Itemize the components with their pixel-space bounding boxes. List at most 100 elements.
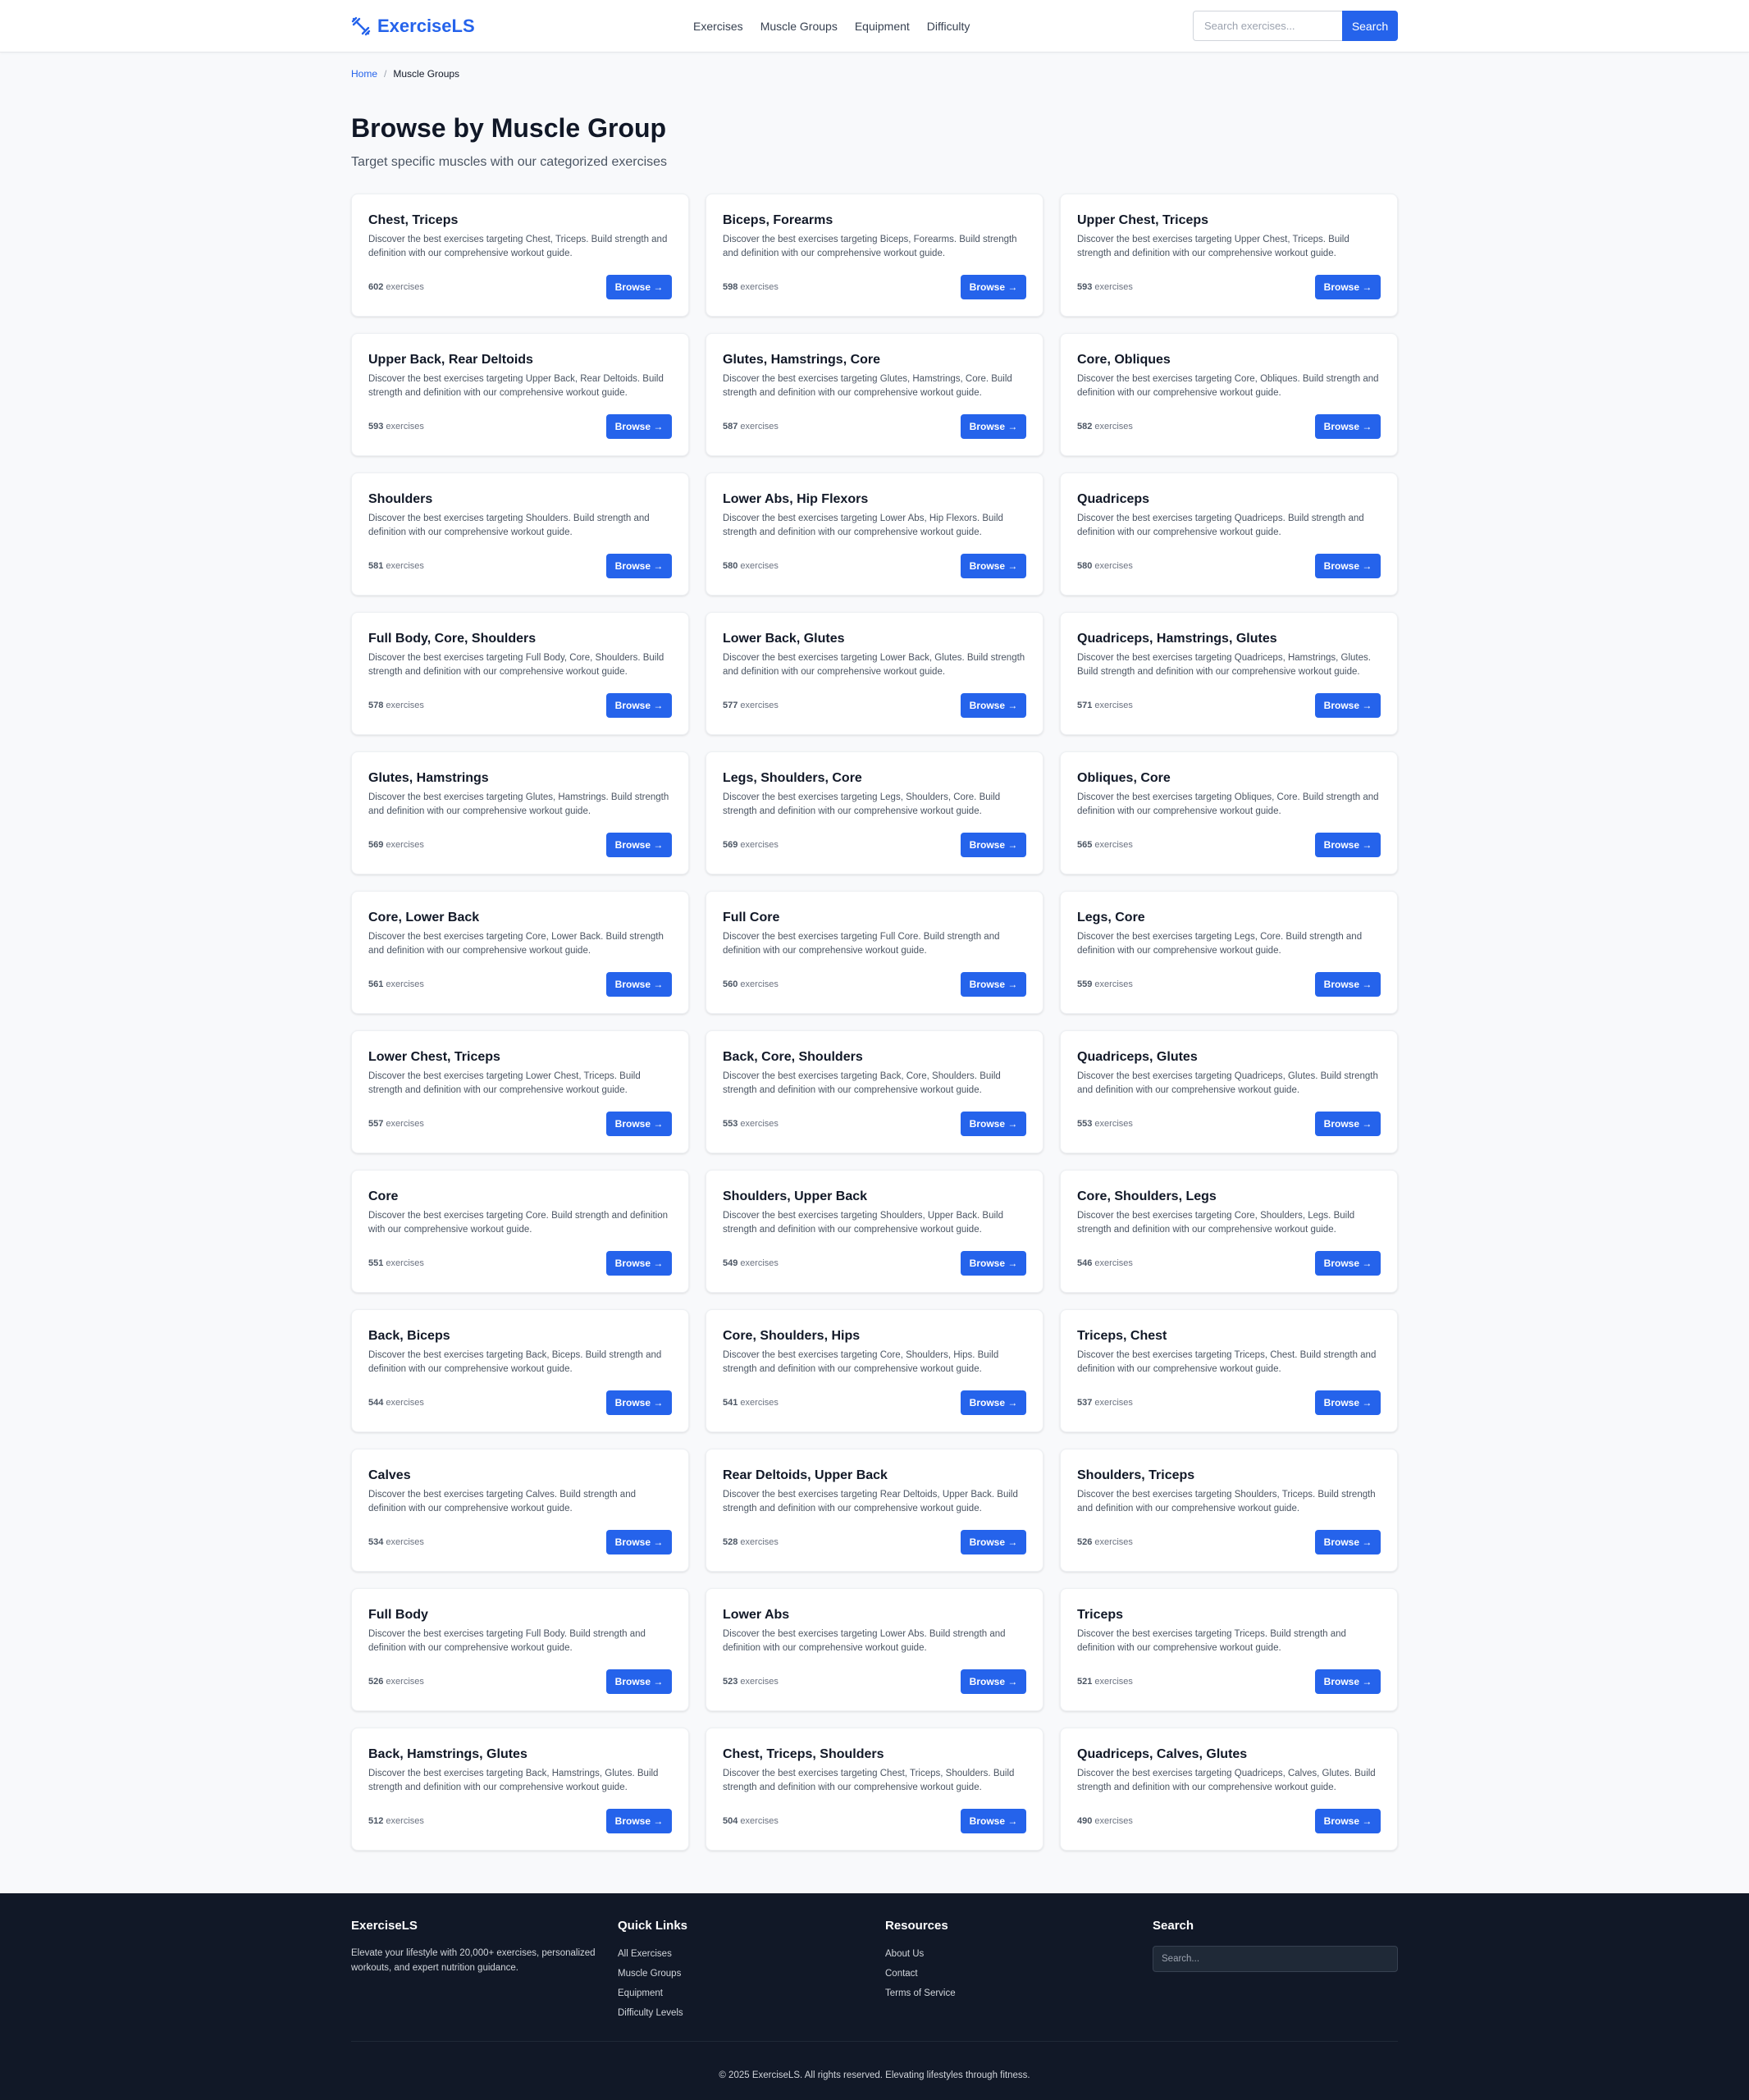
browse-button[interactable]: Browse →	[1315, 972, 1381, 997]
browse-button[interactable]: Browse →	[606, 1112, 672, 1136]
footer-quick-links-list: All Exercises Muscle Groups Equipment Di…	[618, 1944, 687, 2023]
browse-button[interactable]: Browse →	[606, 972, 672, 997]
exercise-count-number: 569	[723, 840, 738, 850]
browse-button[interactable]: Browse →	[961, 414, 1026, 439]
browse-button[interactable]: Browse →	[1315, 275, 1381, 299]
card-description: Discover the best exercises targeting Ch…	[368, 235, 668, 258]
browse-button[interactable]: Browse →	[1315, 1390, 1381, 1415]
muscle-group-card: Lower Back, Glutes Discover the best exe…	[706, 612, 1043, 735]
exercise-count: 593 exercises	[1077, 282, 1133, 292]
nav-exercises[interactable]: Exercises	[693, 20, 743, 33]
breadcrumb-home[interactable]: Home	[351, 68, 377, 80]
exercise-count-label: exercises	[383, 1537, 424, 1547]
copyright: © 2025 ExerciseLS. All rights reserved. …	[719, 2070, 1030, 2080]
exercise-count-label: exercises	[738, 1258, 779, 1268]
browse-button[interactable]: Browse →	[606, 554, 672, 578]
browse-button[interactable]: Browse →	[961, 1669, 1026, 1694]
nav-equipment[interactable]: Equipment	[855, 20, 910, 33]
breadcrumb-separator: /	[384, 67, 387, 80]
browse-button[interactable]: Browse →	[606, 693, 672, 718]
site-header: ExerciseLS Exercises Muscle Groups Equip…	[0, 0, 1749, 52]
browse-button[interactable]: Browse →	[1315, 414, 1381, 439]
browse-button[interactable]: Browse →	[961, 554, 1026, 578]
page-subtitle: Target specific muscles with our categor…	[351, 155, 668, 169]
browse-button[interactable]: Browse →	[961, 833, 1026, 857]
card-description: Discover the best exercises targeting Co…	[368, 932, 664, 956]
exercise-count: 537 exercises	[1077, 1398, 1133, 1408]
browse-button[interactable]: Browse →	[606, 1251, 672, 1276]
muscle-group-card: Glutes, Hamstrings, Core Discover the be…	[706, 333, 1043, 456]
exercise-count-number: 593	[368, 422, 384, 431]
nav-difficulty[interactable]: Difficulty	[927, 20, 970, 33]
browse-button[interactable]: Browse →	[961, 1530, 1026, 1554]
browse-button[interactable]: Browse →	[1315, 1251, 1381, 1276]
browse-button[interactable]: Browse →	[606, 833, 672, 857]
browse-button[interactable]: Browse →	[606, 1390, 672, 1415]
footer-link-about-us[interactable]: About Us	[885, 1949, 924, 1959]
exercise-count-label: exercises	[738, 1119, 779, 1129]
nav-muscle-groups[interactable]: Muscle Groups	[760, 20, 838, 33]
footer-link-difficulty-levels[interactable]: Difficulty Levels	[618, 2008, 683, 2018]
footer-search-input[interactable]	[1153, 1946, 1398, 1972]
browse-button[interactable]: Browse →	[961, 1251, 1026, 1276]
browse-button[interactable]: Browse →	[961, 1390, 1026, 1415]
exercise-count-number: 546	[1077, 1258, 1093, 1268]
card-description: Discover the best exercises targeting Lo…	[723, 514, 1003, 537]
browse-button[interactable]: Browse →	[606, 1530, 672, 1554]
browse-button[interactable]: Browse →	[1315, 693, 1381, 718]
muscle-group-card: Back, Biceps Discover the best exercises…	[351, 1309, 689, 1432]
browse-button[interactable]: Browse →	[961, 275, 1026, 299]
card-title: Upper Chest, Triceps	[1077, 213, 1209, 227]
browse-button[interactable]: Browse →	[1315, 1669, 1381, 1694]
card-description: Discover the best exercises targeting Fu…	[368, 1629, 646, 1653]
exercise-count-number: 526	[368, 1677, 384, 1687]
card-title: Full Body, Core, Shoulders	[368, 632, 537, 646]
exercise-count-label: exercises	[383, 840, 424, 850]
exercise-count-label: exercises	[1092, 840, 1133, 850]
exercise-count-number: 557	[368, 1119, 384, 1129]
browse-button[interactable]: Browse →	[606, 275, 672, 299]
browse-button[interactable]: Browse →	[961, 1809, 1026, 1833]
browse-button[interactable]: Browse →	[961, 1112, 1026, 1136]
muscle-group-card: Shoulders Discover the best exercises ta…	[351, 472, 689, 596]
browse-button[interactable]: Browse →	[1315, 1809, 1381, 1833]
card-title: Lower Chest, Triceps	[368, 1050, 500, 1064]
card-footer: 526 exercises Browse →	[368, 1669, 672, 1694]
brand-logo[interactable]: ExerciseLS	[351, 16, 475, 37]
exercise-count-label: exercises	[383, 1119, 424, 1129]
browse-button[interactable]: Browse →	[1315, 1112, 1381, 1136]
search-input[interactable]	[1193, 11, 1342, 41]
card-footer: 569 exercises Browse →	[368, 833, 672, 857]
card-footer: 577 exercises Browse →	[723, 693, 1026, 718]
browse-button[interactable]: Browse →	[606, 1809, 672, 1833]
card-footer: 557 exercises Browse →	[368, 1112, 672, 1136]
muscle-group-card: Core, Shoulders, Legs Discover the best …	[1060, 1170, 1398, 1293]
browse-button[interactable]: Browse →	[606, 1669, 672, 1694]
footer-link-all-exercises[interactable]: All Exercises	[618, 1949, 672, 1959]
exercise-count: 580 exercises	[723, 561, 779, 571]
card-title: Shoulders	[368, 492, 433, 506]
footer-link-equipment[interactable]: Equipment	[618, 1988, 663, 1998]
exercise-count: 569 exercises	[368, 840, 424, 850]
card-footer: 544 exercises Browse →	[368, 1390, 672, 1415]
exercise-count: 553 exercises	[1077, 1119, 1133, 1129]
footer-link-contact[interactable]: Contact	[885, 1969, 918, 1979]
browse-button[interactable]: Browse →	[1315, 554, 1381, 578]
card-description: Discover the best exercises targeting Sh…	[1077, 1490, 1376, 1513]
footer-link-terms[interactable]: Terms of Service	[885, 1988, 956, 1998]
browse-button[interactable]: Browse →	[1315, 1530, 1381, 1554]
exercise-count-number: 582	[1077, 422, 1093, 431]
browse-button[interactable]: Browse →	[1315, 833, 1381, 857]
browse-button[interactable]: Browse →	[606, 414, 672, 439]
browse-button[interactable]: Browse →	[961, 972, 1026, 997]
card-title: Full Body	[368, 1608, 428, 1622]
card-title: Core, Shoulders, Hips	[723, 1329, 861, 1343]
exercise-count-number: 578	[368, 701, 384, 710]
footer-brand: ExerciseLS	[351, 1919, 418, 1933]
search-button[interactable]: Search	[1342, 11, 1398, 41]
exercise-count-number: 490	[1077, 1816, 1093, 1826]
card-description: Discover the best exercises targeting Tr…	[1077, 1350, 1377, 1374]
browse-button[interactable]: Browse →	[961, 693, 1026, 718]
exercise-count: 541 exercises	[723, 1398, 779, 1408]
footer-link-muscle-groups[interactable]: Muscle Groups	[618, 1969, 681, 1979]
